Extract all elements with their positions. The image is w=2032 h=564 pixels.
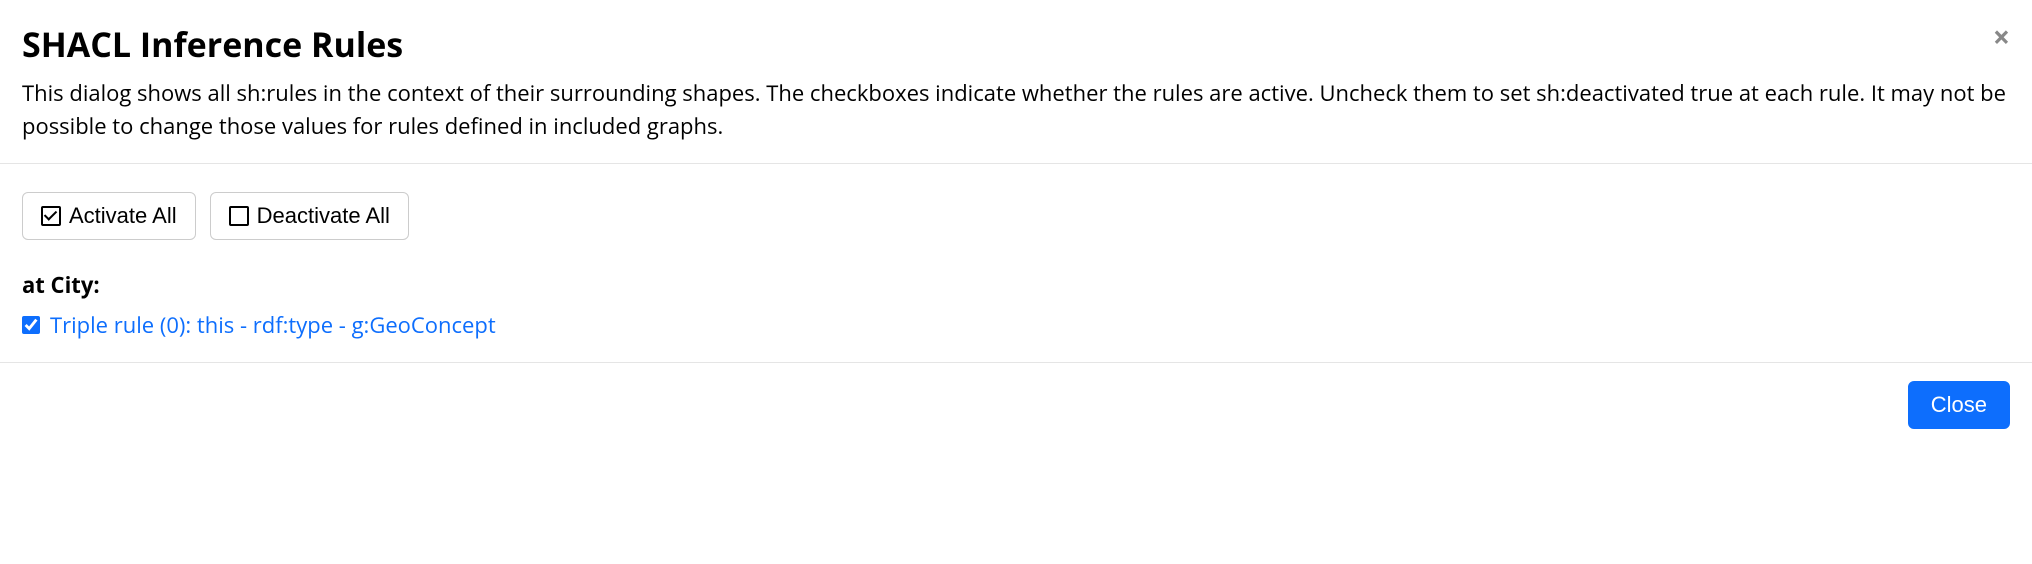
shape-section: at City: Triple rule (0): this - rdf:typ… (22, 270, 2010, 340)
activate-all-label: Activate All (69, 203, 177, 229)
checkbox-checked-icon (41, 206, 61, 226)
shacl-inference-dialog: SHACL Inference Rules × This dialog show… (0, 0, 2032, 447)
dialog-title: SHACL Inference Rules (22, 24, 2010, 65)
shape-heading: at City: (22, 270, 2010, 300)
rule-row: Triple rule (0): this - rdf:type - g:Geo… (22, 310, 2010, 340)
close-button[interactable]: Close (1908, 381, 2010, 429)
dialog-header: SHACL Inference Rules × This dialog show… (0, 0, 2032, 164)
checkbox-empty-icon (229, 206, 249, 226)
dialog-body: Activate All Deactivate All at City: Tri… (0, 164, 2032, 363)
rule-link[interactable]: Triple rule (0): this - rdf:type - g:Geo… (50, 310, 496, 340)
activate-all-button[interactable]: Activate All (22, 192, 196, 240)
deactivate-all-label: Deactivate All (257, 203, 390, 229)
deactivate-all-button[interactable]: Deactivate All (210, 192, 409, 240)
rule-checkbox[interactable] (22, 316, 40, 334)
dialog-description: This dialog shows all sh:rules in the co… (22, 77, 2010, 143)
action-button-row: Activate All Deactivate All (22, 192, 2010, 240)
dialog-footer: Close (0, 363, 2032, 447)
close-icon[interactable]: × (1993, 22, 2010, 52)
